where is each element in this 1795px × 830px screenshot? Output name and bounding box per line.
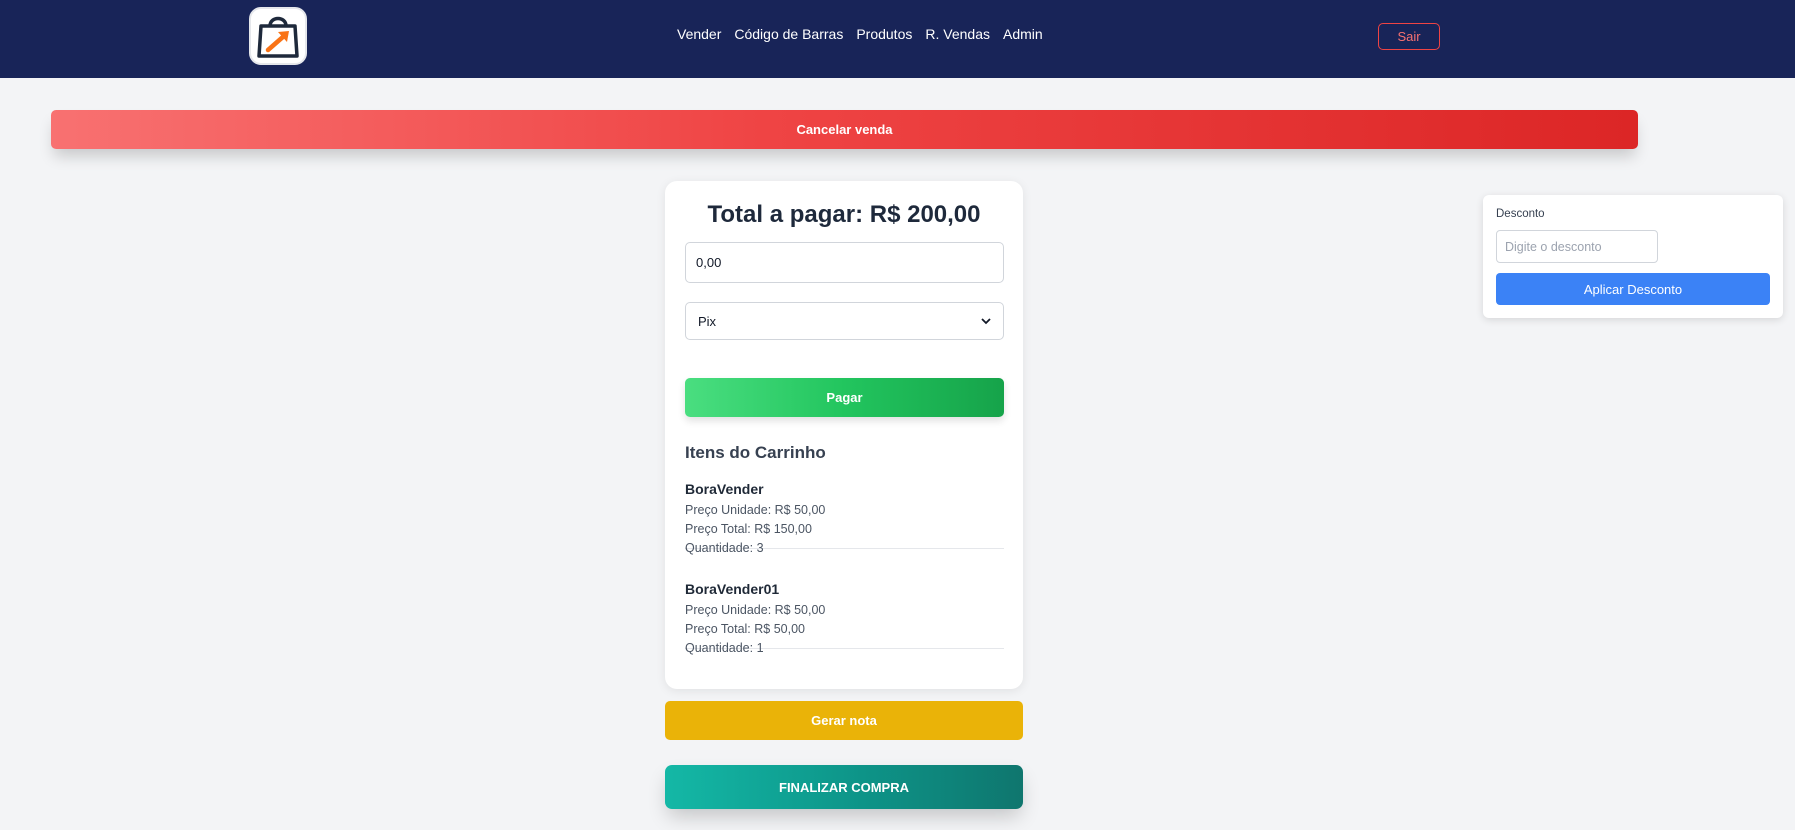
cart-item-total-price: Preço Total: R$ 150,00: [685, 522, 812, 536]
pay-button[interactable]: Pagar: [685, 378, 1004, 417]
main-nav: Vender Código de Barras Produtos R. Vend…: [677, 26, 1056, 42]
nav-link-r-vendas[interactable]: R. Vendas: [925, 26, 990, 42]
cart-heading: Itens do Carrinho: [685, 443, 826, 462]
chevron-down-icon: [981, 317, 991, 324]
payment-method-select[interactable]: Pix: [685, 302, 1004, 340]
shopping-bag-arrow-icon: [257, 16, 299, 58]
apply-discount-button[interactable]: Aplicar Desconto: [1496, 273, 1770, 305]
generate-note-button[interactable]: Gerar nota: [665, 701, 1023, 740]
cart-item-unit-price: Preço Unidade: R$ 50,00: [685, 603, 826, 617]
cart-item: BoraVender01 Preço Unidade: R$ 50,00 Pre…: [685, 581, 1004, 655]
cart-item-quantity: Quantidade: 1: [685, 641, 764, 655]
total-to-pay: Total a pagar: R$ 200,00: [707, 201, 981, 228]
nav-link-produtos[interactable]: Produtos: [856, 26, 912, 42]
discount-panel: Desconto Aplicar Desconto: [1483, 195, 1783, 318]
discount-label: Desconto: [1496, 208, 1545, 220]
cart-item-total-price: Preço Total: R$ 50,00: [685, 622, 805, 636]
app-logo[interactable]: [249, 7, 307, 65]
payment-method-value: Pix: [698, 313, 717, 329]
top-navbar: Vender Código de Barras Produtos R. Vend…: [0, 0, 1795, 78]
nav-link-admin[interactable]: Admin: [1003, 26, 1043, 42]
discount-input[interactable]: [1496, 230, 1658, 263]
logout-button[interactable]: Sair: [1378, 23, 1440, 50]
nav-link-codigo-de-barras[interactable]: Código de Barras: [734, 26, 843, 42]
finish-purchase-button[interactable]: FINALIZAR COMPRA: [665, 765, 1023, 809]
payment-amount-input[interactable]: [685, 242, 1004, 283]
cart-item-quantity: Quantidade: 3: [685, 541, 764, 555]
cart-item-name: BoraVender: [685, 481, 764, 497]
payment-card: Total a pagar: R$ 200,00 Pix Pagar Itens…: [665, 181, 1023, 689]
nav-link-vender[interactable]: Vender: [677, 26, 721, 42]
cart-item: BoraVender Preço Unidade: R$ 50,00 Preço…: [685, 481, 1004, 555]
cancel-sale-button[interactable]: Cancelar venda: [51, 110, 1638, 149]
cart-item-unit-price: Preço Unidade: R$ 50,00: [685, 503, 826, 517]
cart-item-name: BoraVender01: [685, 581, 780, 597]
